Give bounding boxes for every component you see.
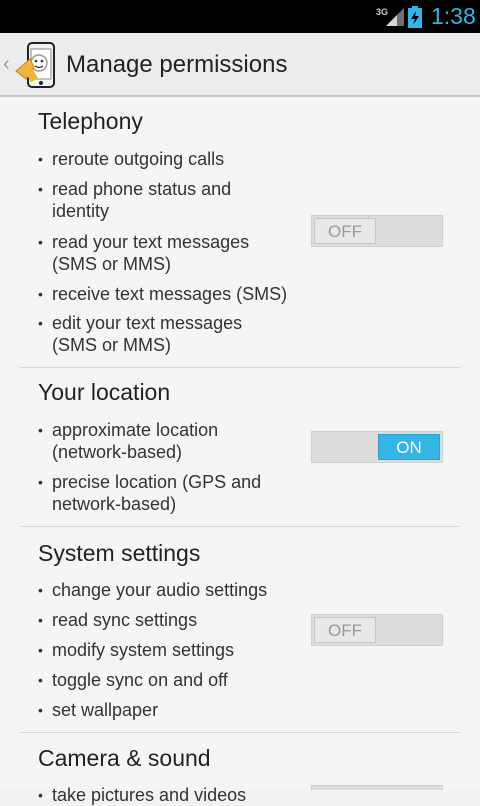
location-toggle[interactable]: ON <box>311 431 443 463</box>
permission-item: read sync settings <box>38 609 322 631</box>
permission-item: reroute outgoing calls <box>38 148 322 170</box>
clock: 1:38 <box>431 3 476 29</box>
system-settings-toggle[interactable]: OFF <box>311 614 443 646</box>
divider <box>20 526 460 527</box>
permissions-list: Telephony reroute outgoing calls read ph… <box>0 97 480 806</box>
permission-item: approximate location (network-based) <box>38 419 262 463</box>
group-title: Camera & sound <box>38 745 211 771</box>
divider <box>20 367 460 368</box>
permission-item: take pictures and videos <box>38 784 322 806</box>
group-title: Telephony <box>38 108 143 134</box>
group-title: Your location <box>38 379 171 405</box>
permission-item: change your audio settings <box>38 579 322 601</box>
battery-charging-icon <box>408 6 422 28</box>
permission-item: precise location (GPS and network-based) <box>38 471 292 515</box>
toggle-thumb: OFF <box>314 218 376 244</box>
status-bar: 3G 1:38 <box>0 0 480 33</box>
action-bar: ‹ Manage permissions <box>0 33 480 97</box>
signal-icon <box>386 8 404 26</box>
permission-item: receive text messages (SMS) <box>38 283 314 305</box>
divider <box>20 732 460 733</box>
app-icon[interactable] <box>14 41 60 89</box>
permission-item: toggle sync on and off <box>38 669 322 691</box>
toggle-thumb: ON <box>378 434 440 460</box>
permission-item: read phone status and identity <box>38 178 262 222</box>
telephony-toggle[interactable]: OFF <box>311 215 443 247</box>
permission-item: set wallpaper <box>38 699 322 721</box>
permission-item: edit your text messages (SMS or MMS) <box>38 312 282 356</box>
permission-item: modify system settings <box>38 639 322 661</box>
up-caret-icon[interactable]: ‹ <box>3 53 10 76</box>
group-title: System settings <box>38 540 201 566</box>
toggle-thumb: OFF <box>314 617 376 643</box>
page-title: Manage permissions <box>66 51 288 78</box>
camera-sound-toggle[interactable] <box>311 785 443 790</box>
permission-item: read your text messages (SMS or MMS) <box>38 231 282 275</box>
